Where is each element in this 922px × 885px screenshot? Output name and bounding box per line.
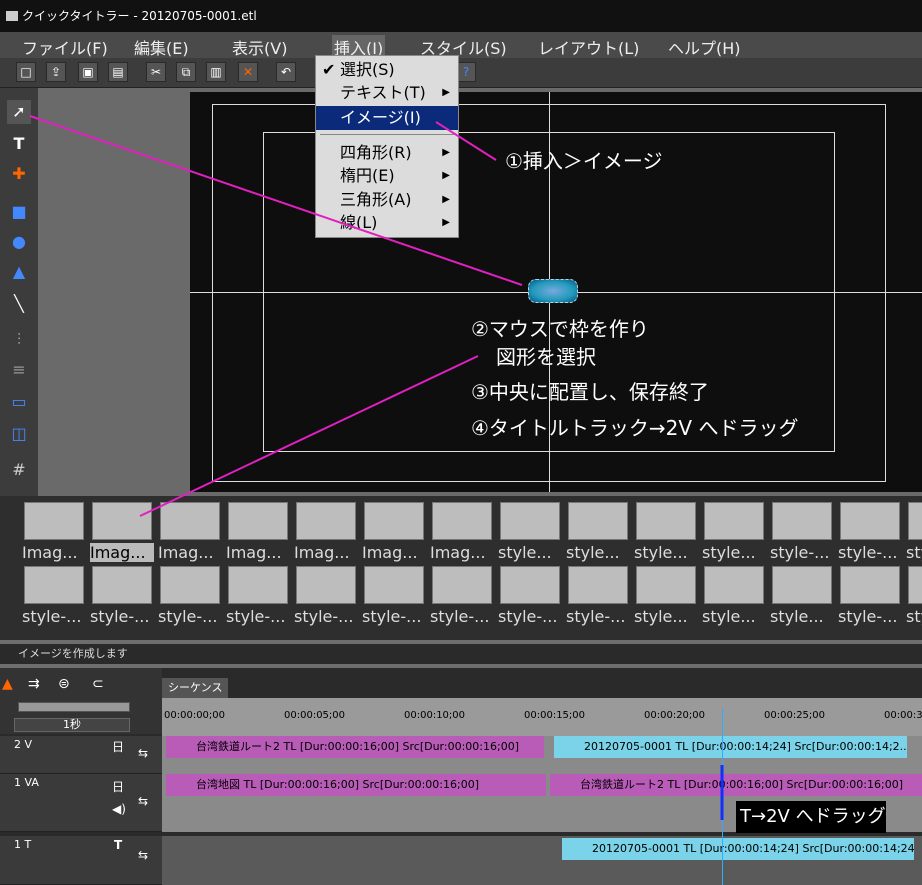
arrow-step1 (435, 121, 497, 161)
annotation-arrows (29, 115, 724, 820)
arrow-select-to-object (29, 115, 523, 286)
arrow-step2 (139, 355, 479, 517)
